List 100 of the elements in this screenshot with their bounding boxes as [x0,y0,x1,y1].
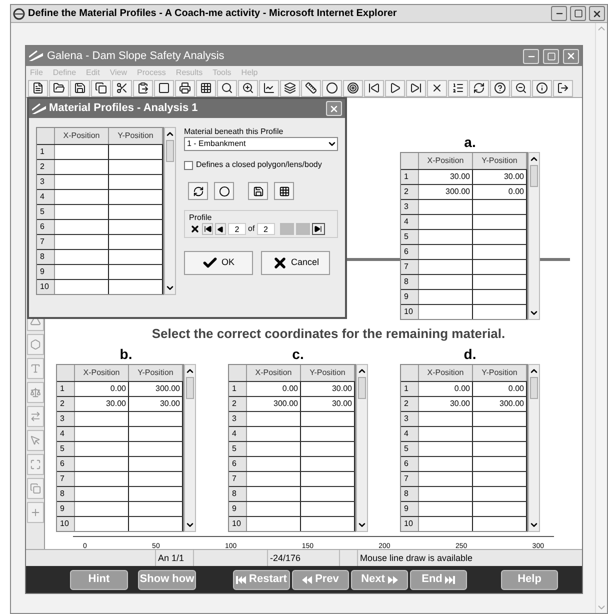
grid-button[interactable] [196,80,216,96]
maximize-button[interactable] [570,6,586,21]
checkbox[interactable] [184,160,193,170]
new-file-button[interactable] [28,80,48,96]
target-button[interactable] [343,80,363,96]
scrollbar[interactable] [184,364,196,532]
play-button[interactable] [385,80,405,96]
row-number: 4 [401,215,419,229]
row-number: 1 [401,382,419,396]
scroll-thumb[interactable] [358,376,366,398]
row-number: 5 [229,442,247,456]
close-icon [592,8,602,18]
grid-button[interactable] [274,182,294,200]
row-number: 5 [57,442,75,456]
table-cell[interactable]: 30.00 [473,170,527,184]
scroll-thumb[interactable] [530,376,538,398]
layers-icon [284,82,296,94]
rewind-icon [368,82,380,94]
scroll-thumb[interactable] [166,140,174,162]
swap-button[interactable] [188,182,208,200]
copy-icon [95,82,107,94]
refresh-button[interactable] [469,80,489,96]
table-cell[interactable]: 30.00 [129,396,183,410]
copy-button[interactable] [91,80,111,96]
column-header: X-Position [419,364,473,380]
circle-button[interactable] [322,80,342,96]
save-button[interactable] [70,80,90,96]
skip-forward-button[interactable] [406,80,426,96]
row-number: 7 [229,472,247,486]
checkbox-label: Defines a closed polygon/lens/body [196,159,322,171]
folder-button[interactable] [49,80,69,96]
ruler-button[interactable] [301,80,321,96]
target-icon [347,82,359,94]
table-cell[interactable]: 300.00 [129,382,183,396]
paste-button[interactable] [133,80,153,96]
row-number: 6 [37,220,55,234]
row-number: 1 [37,145,55,159]
zoom-in-button[interactable] [238,80,258,96]
dot-icon [218,186,230,196]
dialog-button[interactable]: OK [184,251,253,275]
app-logo-icon [29,50,43,62]
table-cell[interactable]: 30.00 [75,396,129,410]
table-cell[interactable]: 30.00 [301,396,355,410]
printer-button[interactable] [175,80,195,96]
list-icon [452,82,464,94]
line-chart-button[interactable] [259,80,279,96]
cross-button[interactable] [427,80,447,96]
table-cell[interactable]: 0.00 [419,382,473,396]
exit-button[interactable] [553,80,573,96]
table-cell[interactable]: 300.00 [247,396,301,410]
scroll-thumb[interactable] [186,376,194,398]
previous-button[interactable] [215,223,226,235]
scrollbar[interactable] [164,127,176,295]
help-button[interactable] [490,80,510,96]
row-number: 8 [401,486,419,500]
zoom-out-button[interactable] [511,80,531,96]
dot-button[interactable] [214,182,234,200]
row-number: 10 [401,516,419,530]
window-button[interactable] [154,80,174,96]
material-dropdown[interactable]: 1 - Embankment [184,137,338,151]
layers-button[interactable] [280,80,300,96]
delete-button[interactable] [189,223,200,235]
scroll-thumb[interactable] [530,165,538,187]
row-number: 1 [401,170,419,184]
profile-number-field[interactable]: 2 [228,223,246,235]
table-cell[interactable]: 0.00 [247,382,301,396]
table-cell[interactable]: 30.00 [419,170,473,184]
swap-icon [192,186,204,196]
row-number: 2 [229,396,247,410]
row-number: 10 [57,516,75,530]
minimize-button[interactable] [551,6,567,21]
add-button[interactable] [312,223,325,235]
field-label: Material beneath this Profile [184,127,284,137]
search-button[interactable] [217,80,237,96]
table-cell[interactable]: 300.00 [419,185,473,199]
column-header: Y-Position [129,364,183,380]
table-cell[interactable]: 30.00 [301,382,355,396]
scrollbar[interactable] [528,364,540,532]
row-number: 9 [401,502,419,516]
grid-icon [200,82,212,94]
dialog-button[interactable]: Cancel [261,251,330,275]
table-cell[interactable]: 0.00 [75,382,129,396]
list-button[interactable] [448,80,468,96]
table-cell[interactable]: 0.00 [473,185,527,199]
scrollbar[interactable] [528,152,540,320]
row-number: 6 [57,456,75,470]
table-cell[interactable]: 30.00 [419,396,473,410]
table-cell[interactable]: 0.00 [473,382,527,396]
rewind-button[interactable] [364,80,384,96]
table-cell[interactable]: 300.00 [473,396,527,410]
scissors-button[interactable] [112,80,132,96]
info-button[interactable] [532,80,552,96]
close-button[interactable] [589,6,605,21]
cross-icon [431,82,443,94]
first-icon [204,225,212,233]
row-number: 5 [401,442,419,456]
of-text: of [248,223,255,235]
save-button[interactable] [248,182,268,200]
scrollbar[interactable] [356,364,368,532]
first-button[interactable] [202,223,213,235]
